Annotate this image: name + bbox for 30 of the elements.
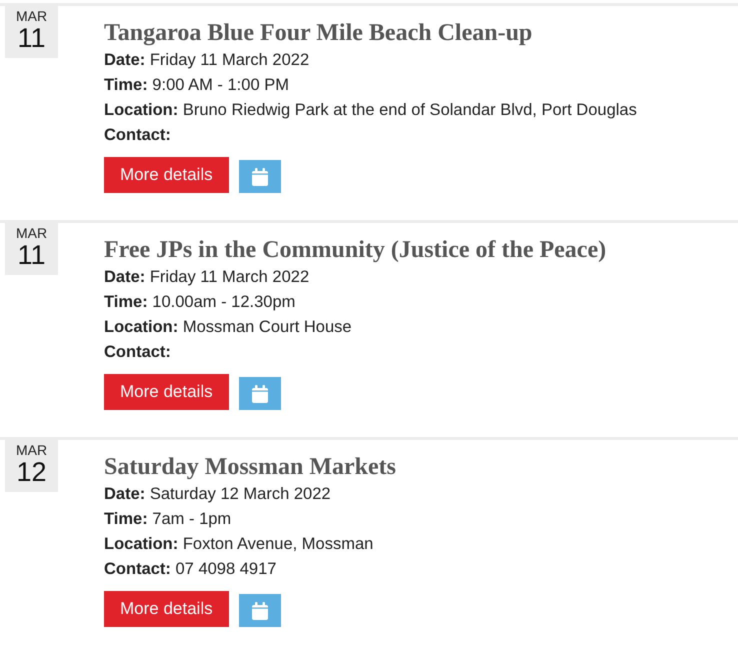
date-month: MAR bbox=[16, 225, 48, 241]
calendar-icon bbox=[252, 602, 268, 620]
event-detail: Time: 9:00 AM - 1:00 PM bbox=[104, 75, 289, 96]
event-detail: Time: 10.00am - 12.30pm bbox=[104, 292, 296, 313]
event-detail: Location: Bruno Riedwig Park at the end of Solandar Blvd, Port Douglas bbox=[104, 100, 637, 121]
date-month: MAR bbox=[16, 442, 48, 458]
calendar-icon bbox=[252, 168, 268, 186]
date-day: 11 bbox=[17, 24, 46, 52]
more-details-button[interactable]: More details bbox=[104, 374, 229, 410]
more-details-button[interactable]: More details bbox=[104, 591, 229, 627]
calendar-button[interactable] bbox=[238, 377, 281, 410]
event-detail: Date: Saturday 12 March 2022 bbox=[104, 484, 331, 505]
date-day: 11 bbox=[17, 241, 46, 269]
date-day: 12 bbox=[16, 458, 47, 486]
event-detail: Contact: 07 4098 4917 bbox=[104, 559, 276, 580]
event-title: Saturday Mossman Markets bbox=[104, 453, 396, 482]
more-details-button[interactable]: More details bbox=[104, 157, 229, 193]
event-detail: Location: Foxton Avenue, Mossman bbox=[104, 534, 374, 555]
event-detail: Contact: bbox=[104, 342, 171, 363]
event-title: Free JPs in the Community (Justice of the Peace) bbox=[104, 236, 606, 265]
event-detail: Location: Mossman Court House bbox=[104, 317, 352, 338]
event-detail: Date: Friday 11 March 2022 bbox=[104, 50, 310, 71]
event-detail: Date: Friday 11 March 2022 bbox=[104, 267, 310, 288]
calendar-button[interactable] bbox=[238, 594, 281, 627]
event-detail: Time: 7am - 1pm bbox=[104, 509, 232, 530]
calendar-button[interactable] bbox=[238, 160, 281, 193]
event-detail: Contact: bbox=[104, 125, 171, 146]
event-title: Tangaroa Blue Four Mile Beach Clean-up bbox=[104, 19, 532, 48]
calendar-icon bbox=[252, 384, 268, 402]
date-month: MAR bbox=[16, 8, 48, 24]
